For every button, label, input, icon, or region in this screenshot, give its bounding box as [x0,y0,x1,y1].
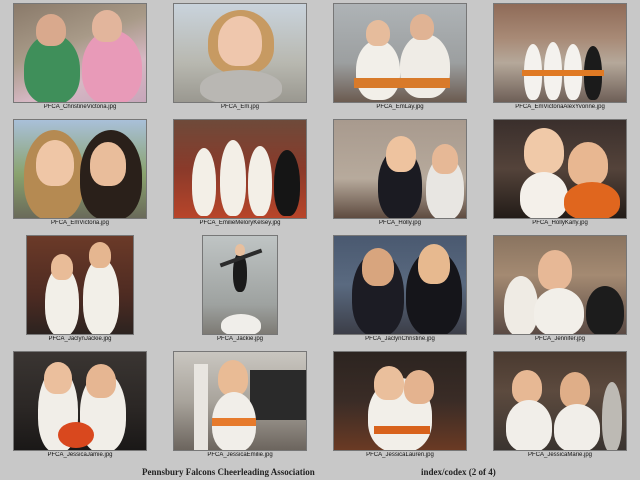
thumbnail-image[interactable] [493,119,627,219]
thumbnail-caption[interactable]: PFCA_EmVictoria.jpg [0,220,160,226]
gallery-cell: PFCA_JaclynJackie.jpg [0,232,160,348]
gallery-cell: PFCA_Jennifer.jpg [480,232,640,348]
thumbnail-caption[interactable]: PFCA_JessicaJamie.jpg [0,452,160,458]
thumbnail-image[interactable] [202,235,278,335]
gallery-cell: PFCA_EmilieMeloryKelsey.jpg [160,116,320,232]
thumbnail-image[interactable] [493,351,627,451]
gallery-cell: PFCA_JaclynChristine.jpg [320,232,480,348]
gallery-cell: PFCA_EmLay.jpg [320,0,480,116]
thumbnail-caption[interactable]: PFCA_JaclynChristine.jpg [320,336,480,342]
thumbnail-image[interactable] [333,119,467,219]
site-title: Pennsbury Falcons Cheerleading Associati… [142,467,315,477]
gallery-cell: PFCA_ChristineVictoria.jpg [0,0,160,116]
thumbnail-image[interactable] [333,351,467,451]
gallery-cell: PFCA_EmVictoria.jpg [0,116,160,232]
thumbnail-image[interactable] [333,235,467,335]
gallery-cell: PFCA_Jackie.jpg [160,232,320,348]
gallery-cell: PFCA_JessicaMarie.jpg [480,348,640,464]
thumbnail-image[interactable] [13,119,147,219]
gallery-cell: PFCA_Holly.jpg [320,116,480,232]
thumbnail-caption[interactable]: PFCA_Holly.jpg [320,220,480,226]
thumbnail-caption[interactable]: PFCA_JessicaLauren.jpg [320,452,480,458]
gallery-cell: PFCA_EmVictoriaAlexYvonne.jpg [480,0,640,116]
thumbnail-image[interactable] [173,351,307,451]
thumbnail-caption[interactable]: PFCA_Jennifer.jpg [480,336,640,342]
gallery-cell: PFCA_JessicaJamie.jpg [0,348,160,464]
thumbnail-caption[interactable]: PFCA_HollyKarly.jpg [480,220,640,226]
thumbnail-image[interactable] [333,3,467,103]
thumbnail-image[interactable] [173,3,307,103]
thumbnail-caption[interactable]: PFCA_JaclynJackie.jpg [0,336,160,342]
thumbnail-image[interactable] [493,3,627,103]
gallery-cell: PFCA_Em.jpg [160,0,320,116]
thumbnail-caption[interactable]: PFCA_Em.jpg [160,104,320,110]
thumbnail-caption[interactable]: PFCA_ChristineVictoria.jpg [0,104,160,110]
thumbnail-image[interactable] [26,235,134,335]
thumbnail-image[interactable] [13,351,147,451]
thumbnail-caption[interactable]: PFCA_EmilieMeloryKelsey.jpg [160,220,320,226]
thumbnail-grid: PFCA_ChristineVictoria.jpg PFCA_Em.jpg P… [0,0,640,462]
thumbnail-caption[interactable]: PFCA_JessicaMarie.jpg [480,452,640,458]
gallery-cell: PFCA_JessicaEmilie.jpg [160,348,320,464]
gallery-cell: PFCA_JessicaLauren.jpg [320,348,480,464]
thumbnail-caption[interactable]: PFCA_Jackie.jpg [160,336,320,342]
thumbnail-image[interactable] [13,3,147,103]
thumbnail-caption[interactable]: PFCA_JessicaEmilie.jpg [160,452,320,458]
page-index-label: index/codex (2 of 4) [421,467,496,477]
page-footer: Pennsbury Falcons Cheerleading Associati… [0,465,640,479]
thumbnail-caption[interactable]: PFCA_EmLay.jpg [320,104,480,110]
thumbnail-image[interactable] [173,119,307,219]
thumbnail-caption[interactable]: PFCA_EmVictoriaAlexYvonne.jpg [480,104,640,110]
gallery-cell: PFCA_HollyKarly.jpg [480,116,640,232]
thumbnail-image[interactable] [493,235,627,335]
